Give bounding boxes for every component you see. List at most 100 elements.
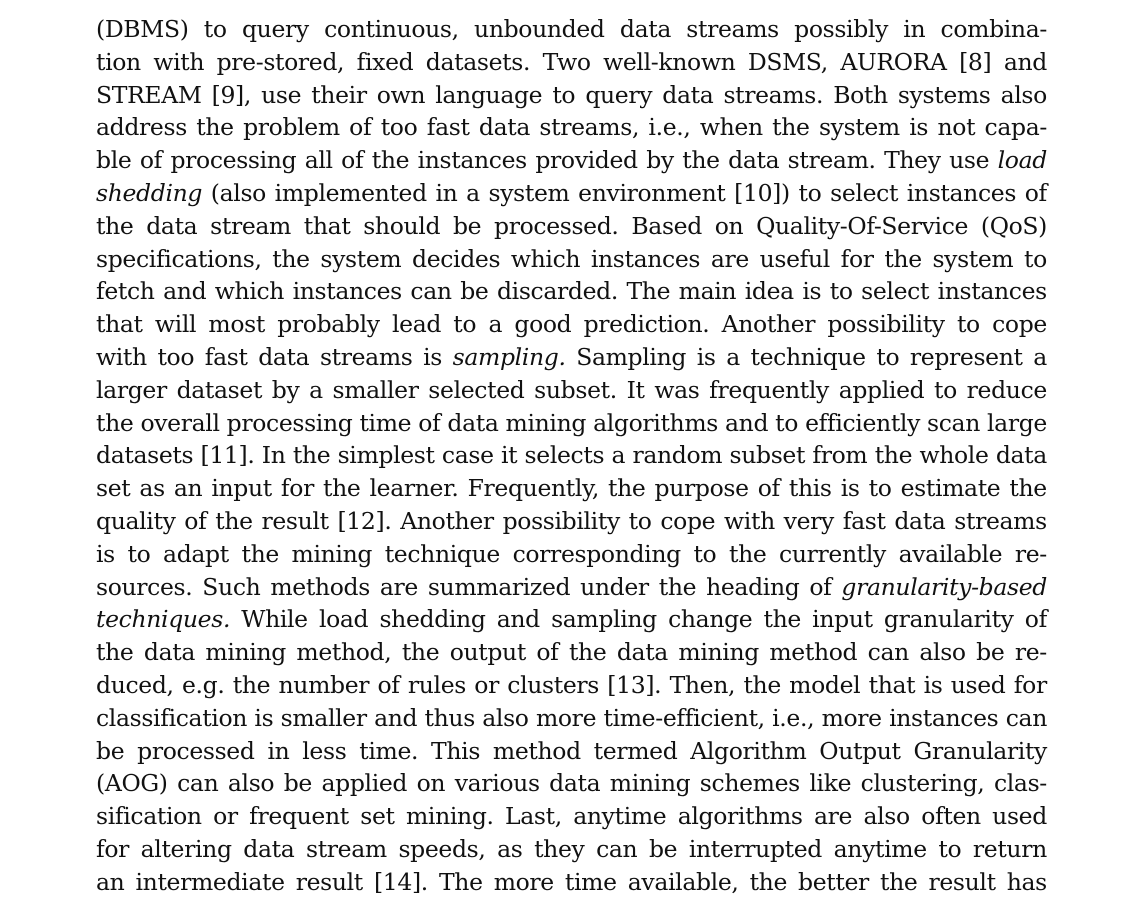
- word: the: [608, 474, 646, 503]
- paper-body: (DBMS) to query continuous, unbounded data str…: [96, 13, 1047, 899]
- word: estimate: [900, 474, 1001, 503]
- word: by: [646, 146, 674, 175]
- word: datasets.: [425, 47, 531, 76]
- word: are: [710, 244, 749, 273]
- word: Sampling: [576, 342, 687, 371]
- word: when: [699, 113, 763, 142]
- word: the: [371, 146, 410, 175]
- word: often: [921, 802, 981, 831]
- word: which: [214, 277, 285, 306]
- word: purpose: [654, 474, 749, 503]
- word: streams.: [723, 80, 824, 109]
- word: Based: [631, 211, 702, 240]
- word: available,: [627, 867, 739, 896]
- word: are: [814, 802, 853, 831]
- word: the: [772, 113, 810, 142]
- word: main: [678, 277, 737, 306]
- text-line: quality of the result [12]. Another possibilit…: [96, 505, 1047, 538]
- word: subset.: [534, 375, 617, 404]
- word: subset: [729, 441, 806, 470]
- word: the: [568, 638, 607, 667]
- word: be: [452, 211, 482, 240]
- word: data: [243, 834, 295, 863]
- word: with: [724, 506, 775, 535]
- word: larger: [96, 375, 167, 404]
- word: can: [177, 769, 219, 798]
- word: the: [96, 638, 134, 667]
- word: is: [909, 113, 929, 142]
- word: (QoS): [980, 211, 1047, 240]
- word: fast: [204, 342, 248, 371]
- word: used: [950, 670, 1006, 699]
- word: processed.: [494, 211, 619, 240]
- word: instances: [889, 703, 999, 732]
- word: to: [798, 178, 822, 207]
- word: the: [749, 867, 788, 896]
- word: result: [928, 867, 996, 896]
- word: set: [96, 474, 131, 503]
- word: data: [894, 506, 946, 535]
- word: system: [932, 244, 1014, 273]
- word: the: [879, 867, 918, 896]
- word: time.: [359, 736, 419, 765]
- word: to: [876, 342, 900, 371]
- word: is: [696, 342, 716, 371]
- word: fixed: [356, 47, 414, 76]
- word: probably: [277, 310, 380, 339]
- text-line: the overall processing time of data mining algo…: [96, 407, 1047, 440]
- word: the: [196, 113, 234, 142]
- word: Output: [819, 736, 901, 765]
- word: and: [1003, 47, 1047, 76]
- word: very: [783, 506, 835, 535]
- word: specifications,: [96, 244, 262, 273]
- word: use: [949, 146, 990, 175]
- word: is: [802, 277, 822, 306]
- word: in: [903, 15, 926, 43]
- word: method: [769, 638, 858, 667]
- word: the: [96, 211, 134, 240]
- word: i.e.,: [648, 113, 691, 142]
- word: fast: [426, 113, 470, 142]
- word: lead: [391, 310, 442, 339]
- word: selects: [524, 441, 605, 470]
- word: It: [626, 375, 645, 404]
- word: dataset: [176, 375, 263, 404]
- word: possibly: [794, 15, 889, 43]
- word: [13].: [607, 670, 662, 699]
- word: Granularity: [913, 736, 1048, 765]
- word: [10]): [734, 178, 790, 207]
- word: The: [438, 867, 483, 896]
- word: Then,: [669, 670, 736, 699]
- text-line: an intermediate result [14]. The more time avai…: [96, 866, 1047, 899]
- word: data: [478, 113, 531, 142]
- word: useful: [759, 244, 831, 273]
- word: to: [628, 506, 652, 535]
- word: the: [323, 474, 361, 503]
- text-line: techniques. While load shedding and sampling c…: [96, 603, 1047, 636]
- word: change: [668, 605, 753, 634]
- word: by: [271, 375, 300, 404]
- word: as: [139, 474, 165, 503]
- word: system: [320, 244, 402, 273]
- word: fast: [842, 506, 886, 535]
- word: are: [379, 572, 418, 601]
- word: clustering,: [860, 769, 985, 798]
- word: that: [868, 670, 916, 699]
- word: all: [304, 146, 333, 175]
- word: for: [840, 244, 874, 273]
- text-line: for altering data stream speeds, as they can be i…: [96, 833, 1047, 866]
- word: the: [232, 670, 271, 699]
- word: a: [611, 441, 626, 470]
- word: more: [535, 703, 597, 732]
- word: frequent: [249, 802, 349, 831]
- word: query: [241, 15, 309, 43]
- word: intermediate: [135, 867, 286, 896]
- word: result: [295, 867, 364, 896]
- word: idea: [744, 277, 794, 306]
- word: load: [997, 146, 1048, 175]
- word: is: [254, 703, 274, 732]
- word: Frequently,: [467, 474, 600, 503]
- word: that: [303, 211, 351, 240]
- word: under: [580, 572, 649, 601]
- word: of: [1024, 605, 1048, 634]
